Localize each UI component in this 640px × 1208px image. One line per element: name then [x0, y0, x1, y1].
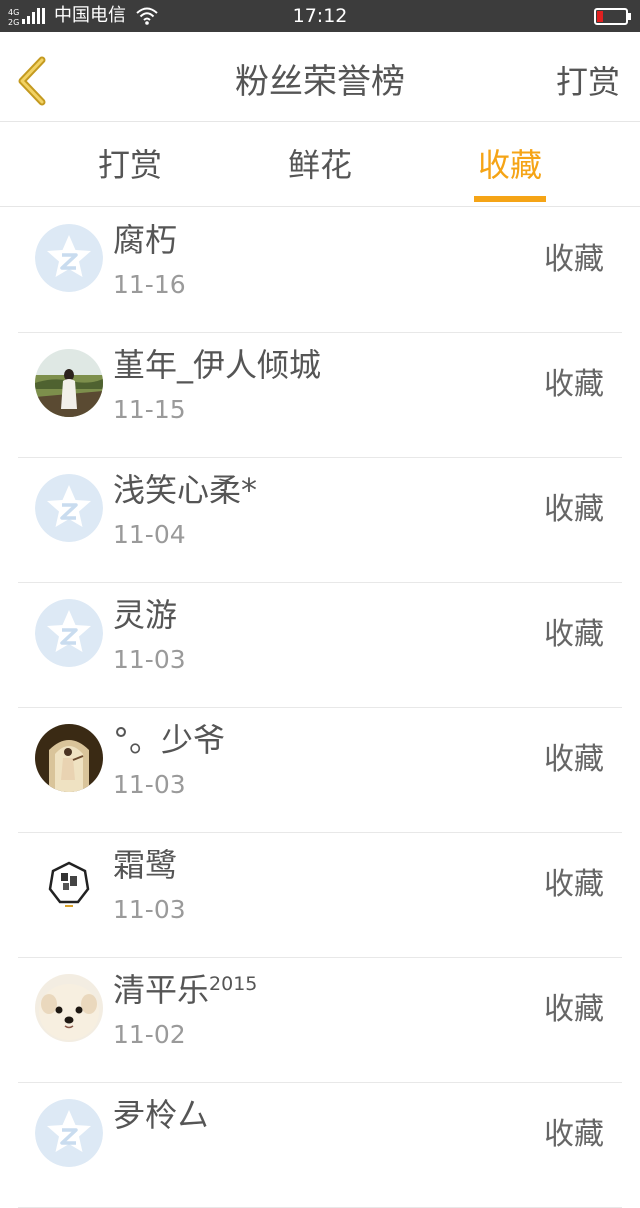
favorite-label: 收藏	[544, 867, 604, 902]
tab-reward[interactable]: 打赏	[70, 143, 190, 187]
favorite-label: 收藏	[544, 1117, 604, 1152]
avatar	[35, 849, 103, 917]
photo-avatar-icon	[35, 974, 103, 1042]
avatar	[35, 599, 103, 667]
fan-name: °。少爷	[113, 721, 226, 759]
fan-date: 11-16	[113, 270, 186, 299]
active-tab-indicator	[474, 196, 546, 202]
clock: 17:12	[292, 5, 348, 27]
photo-avatar-icon	[35, 724, 103, 792]
fan-date: 11-03	[113, 770, 186, 799]
avatar	[35, 974, 103, 1042]
photo-avatar-icon	[35, 349, 103, 417]
default-star-icon	[35, 474, 103, 542]
default-star-icon	[35, 1099, 103, 1167]
fan-name: 灵游	[113, 596, 178, 634]
list-item[interactable]: 浅笑心柔* 11-04 收藏	[18, 458, 622, 583]
fan-date: 11-04	[113, 520, 186, 549]
fan-name: 清平乐2015	[113, 971, 258, 1009]
fan-date: 11-03	[113, 895, 186, 924]
fan-date: 11-15	[113, 395, 186, 424]
favorite-label: 收藏	[544, 742, 604, 777]
tab-favorites[interactable]: 收藏	[450, 143, 570, 187]
fan-name: 堇年_伊人倾城	[113, 346, 322, 384]
list-item[interactable]: °。少爷 11-03 收藏	[18, 708, 622, 833]
list-item[interactable]: 霜鹭 11-03 收藏	[18, 833, 622, 958]
name-superscript: 2015	[209, 973, 258, 995]
list-item[interactable]: 清平乐2015 11-02 收藏	[18, 958, 622, 1083]
tab-bar: 打赏 鲜花 收藏	[0, 123, 640, 207]
avatar	[35, 349, 103, 417]
list-item[interactable]: 腐朽 11-16 收藏	[18, 208, 622, 333]
fan-name: 腐朽	[113, 221, 178, 259]
fan-name: 浅笑心柔*	[113, 471, 258, 509]
default-star-icon	[35, 224, 103, 292]
favorite-label: 收藏	[544, 367, 604, 402]
status-bar: 4G 2G 中国电信 17:12	[0, 0, 640, 32]
list-item[interactable]: 灵游 11-03 收藏	[18, 583, 622, 708]
tab-flowers[interactable]: 鲜花	[260, 143, 380, 187]
fan-name: 霜鹭	[113, 846, 178, 884]
reward-button[interactable]: 打赏	[556, 60, 620, 104]
avatar	[35, 1099, 103, 1167]
fan-name: 夛柃厶	[113, 1096, 210, 1134]
favorite-label: 收藏	[544, 492, 604, 527]
list-item[interactable]: 堇年_伊人倾城 11-15 收藏	[18, 333, 622, 458]
avatar	[35, 724, 103, 792]
fan-date: 11-02	[113, 1020, 186, 1049]
battery-icon	[594, 8, 631, 25]
favorite-label: 收藏	[544, 242, 604, 277]
nav-bar: 粉丝荣誉榜 打赏	[0, 32, 640, 122]
list-item[interactable]: 夛柃厶 收藏	[18, 1083, 622, 1208]
fan-date: 11-03	[113, 645, 186, 674]
avatar	[35, 224, 103, 292]
favorite-label: 收藏	[544, 617, 604, 652]
avatar	[35, 474, 103, 542]
page-title: 粉丝荣誉榜	[235, 62, 405, 102]
default-star-icon	[35, 599, 103, 667]
seal-logo-icon	[35, 849, 103, 917]
fan-list: 腐朽 11-16 收藏 堇年_伊人倾城 11-15 收藏 浅笑心柔* 11-04…	[0, 208, 640, 1208]
favorite-label: 收藏	[544, 992, 604, 1027]
